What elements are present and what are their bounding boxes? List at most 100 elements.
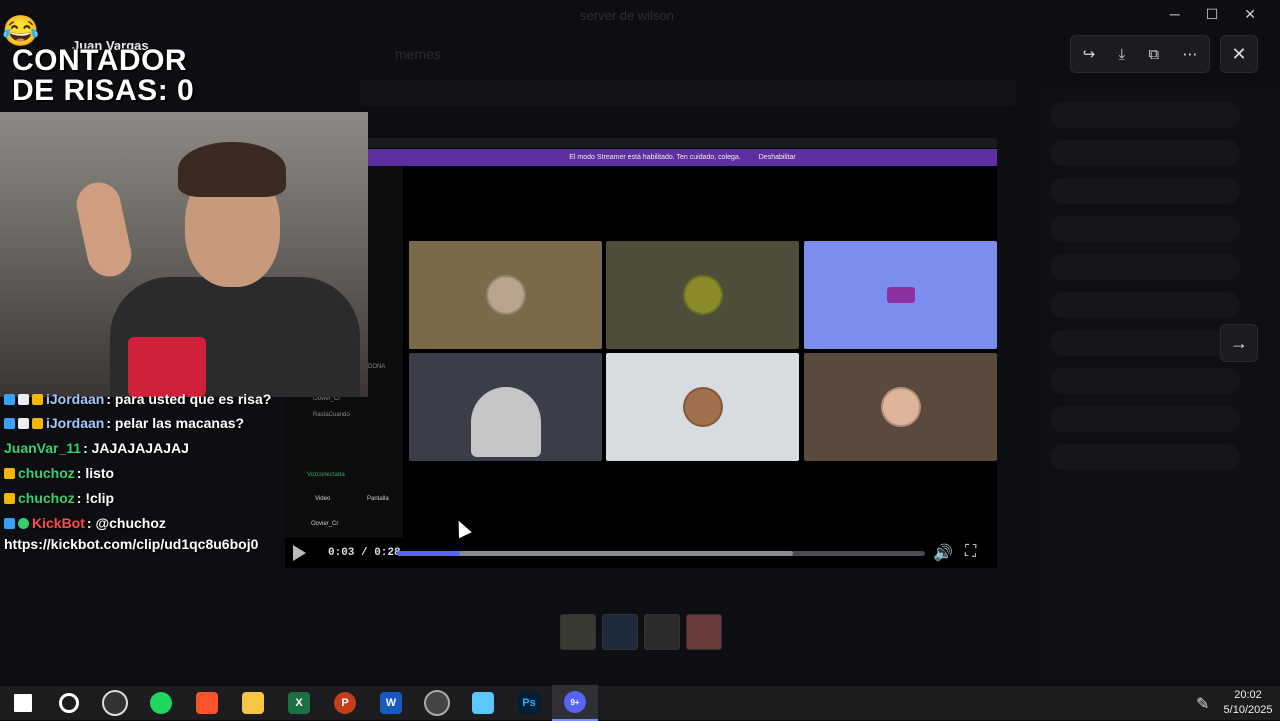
thumbnail[interactable] [644, 614, 680, 650]
thumbnail[interactable] [602, 614, 638, 650]
call-tile [606, 353, 799, 461]
chat-message: JuanVar_11: JAJAJAJAJAJ [4, 440, 189, 456]
chat-text: : !clip [76, 490, 115, 506]
white-badge-icon [18, 394, 29, 405]
window-controls: ─ ☐ ✕ [1170, 6, 1256, 23]
call-tile [606, 241, 799, 349]
member-row [1050, 102, 1240, 128]
spotify-icon[interactable] [138, 686, 184, 720]
webcam-person-hair [178, 142, 286, 197]
member-row [1050, 406, 1240, 432]
side-item: DONA [368, 364, 386, 370]
new-messages-banner [360, 80, 1016, 106]
volume-icon[interactable]: 🔊 [933, 543, 953, 563]
search-icon[interactable] [46, 686, 92, 720]
gold-badge-icon [4, 493, 15, 504]
avatar [880, 387, 921, 427]
media-thumbnails [560, 614, 722, 650]
member-row [1050, 178, 1240, 204]
blue-badge-icon [4, 394, 15, 405]
blue-badge-icon [4, 418, 15, 429]
chat-message: iJordaan: pelar las macanas? [4, 415, 244, 431]
chat-username: chuchoz [18, 490, 75, 506]
fullscreen-icon[interactable]: ⛶ [965, 543, 976, 561]
chat-text: https://kickbot.com/clip/ud1qc8u6boj0 [4, 536, 259, 552]
system-clock[interactable]: 20:02 5/10/2025 [1220, 688, 1276, 718]
chat-text: : @chuchoz [86, 515, 166, 531]
close-viewer-button[interactable]: ✕ [1220, 35, 1258, 73]
chat-text: : listo [76, 465, 115, 481]
avatar [682, 275, 723, 315]
chat-message: https://kickbot.com/clip/ud1qc8u6boj0 [4, 536, 258, 552]
thumbnail[interactable] [560, 614, 596, 650]
background-message-bar [0, 630, 1040, 686]
gold-badge-icon [32, 394, 43, 405]
white-badge-icon [18, 418, 29, 429]
side-item: Oovier_Cr [311, 521, 339, 527]
pen-icon[interactable]: ✎ [1196, 694, 1209, 714]
discord-icon[interactable]: 9+ [552, 685, 598, 721]
window-close-icon[interactable]: ✕ [1244, 6, 1256, 23]
chat-message: chuchoz: listo [4, 465, 114, 481]
next-media-button[interactable]: → [1220, 324, 1258, 362]
progress-fill [397, 551, 461, 556]
member-row [1050, 368, 1240, 394]
excel-icon[interactable]: X [276, 686, 322, 720]
chat-username: iJordaan [46, 391, 105, 407]
file-explorer-icon[interactable] [230, 686, 276, 720]
background-window-title: server de wilson [580, 8, 674, 23]
laugh-counter: CONTADOR DE RISAS: 0 [12, 46, 194, 106]
photoshop-icon[interactable]: Ps [506, 686, 552, 720]
chat-username: iJordaan [46, 415, 105, 431]
avatar [682, 387, 723, 427]
side-item: Video [315, 496, 331, 502]
blue-badge-icon [4, 518, 15, 529]
play-icon[interactable] [293, 545, 306, 561]
webcam-person-hand [72, 178, 136, 281]
member-row [1050, 140, 1240, 166]
chat-message: iJordaan: para usted que es risa? [4, 391, 271, 407]
more-icon[interactable]: ⋯ [1182, 45, 1197, 63]
avatar [485, 275, 526, 315]
obs-icon[interactable] [92, 686, 138, 720]
open-external-icon[interactable]: ⧉ [1148, 46, 1159, 63]
seek-bar[interactable] [397, 551, 925, 556]
chat-message: KickBot: @chuchoz [4, 515, 166, 531]
thumbnail[interactable] [686, 614, 722, 650]
forward-icon[interactable]: ↪ [1083, 45, 1096, 63]
minimize-icon[interactable]: ─ [1170, 6, 1180, 23]
side-item: Vozconectada [307, 472, 345, 478]
clock-time: 20:02 [1234, 689, 1262, 701]
streamer-mode-banner: El modo Streamer está habilitado. Ten cu… [368, 149, 997, 166]
capcut-icon[interactable] [460, 686, 506, 720]
chat-text: : JAJAJAJAJAJ [83, 440, 189, 456]
webcam-red-cup [128, 337, 206, 397]
call-tile [409, 241, 602, 349]
webcam-feed [0, 112, 368, 397]
powerpoint-icon[interactable]: P [322, 686, 368, 720]
counter-line-1: CONTADOR [12, 44, 188, 77]
brave-icon[interactable] [184, 686, 230, 720]
recorded-window-titlebar [368, 138, 997, 148]
timecode: 0:03 / 0:28 [328, 547, 401, 559]
call-tile [804, 353, 997, 461]
chrome-icon[interactable] [414, 686, 460, 720]
chat-message: chuchoz: !clip [4, 490, 114, 506]
counter-line-2: DE RISAS: 0 [12, 74, 195, 107]
player-controls: 0:03 / 0:28 🔊 ⛶ [285, 538, 997, 568]
maximize-icon[interactable]: ☐ [1206, 6, 1219, 23]
camera-person [470, 387, 541, 457]
member-list [1040, 90, 1280, 680]
media-toolbar: ↪ ⤓ ⧉ ⋯ [1070, 35, 1210, 73]
word-icon[interactable]: W [368, 686, 414, 720]
streamer-mode-disable: Deshabilitar [758, 154, 796, 161]
windows-start-icon[interactable] [0, 686, 46, 720]
member-row [1050, 292, 1240, 318]
boombox-icon [886, 287, 915, 303]
chat-username: KickBot [32, 515, 85, 531]
taskbar: X P W Ps 9+ [0, 685, 1280, 721]
gold-badge-icon [32, 418, 43, 429]
download-icon[interactable]: ⤓ [1118, 46, 1125, 63]
member-row [1050, 330, 1240, 356]
clock-date: 5/10/2025 [1223, 704, 1273, 716]
